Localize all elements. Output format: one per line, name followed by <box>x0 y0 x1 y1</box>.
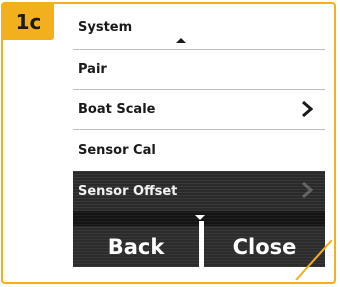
menu-item-label: Pair <box>78 62 107 77</box>
bottom-panel: Sensor Offset Back Close <box>73 171 325 267</box>
step-frame: 1c System Pair Boat Scale Sensor Cal Sen… <box>1 2 336 284</box>
scroll-up-arrow-icon[interactable] <box>176 38 186 43</box>
scroll-down-arrow-icon[interactable] <box>195 215 205 220</box>
menu-item-pair[interactable]: Pair <box>73 50 325 90</box>
settings-menu: System Pair Boat Scale Sensor Cal <box>73 6 325 170</box>
chevron-right-icon <box>302 100 313 118</box>
back-button[interactable]: Back <box>73 226 199 267</box>
menu-item-label: Sensor Cal <box>78 142 156 158</box>
menu-item-label: Sensor Offset <box>78 183 178 199</box>
menu-item-boat-scale[interactable]: Boat Scale <box>73 90 325 130</box>
menu-item-label: System <box>78 20 133 35</box>
menu-item-label: Boat Scale <box>78 102 156 117</box>
menu-item-system[interactable]: System <box>73 6 325 50</box>
step-badge: 1c <box>3 4 54 40</box>
menu-item-sensor-cal[interactable]: Sensor Cal <box>73 130 325 170</box>
chevron-right-icon <box>302 181 313 199</box>
close-button[interactable]: Close <box>204 226 325 267</box>
menu-item-sensor-offset[interactable]: Sensor Offset <box>73 171 325 211</box>
